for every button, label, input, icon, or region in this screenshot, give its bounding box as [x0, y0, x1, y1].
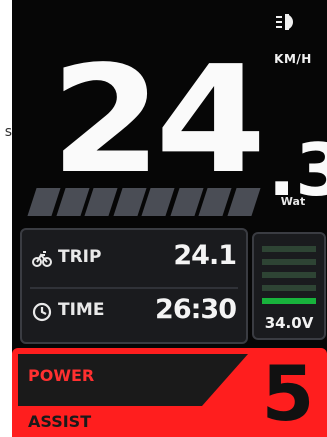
trip-time-panel: TRIP 24.1 TIME 26:30 — [20, 228, 248, 344]
margin-letter: s — [4, 124, 12, 140]
assist-level: 5 — [261, 349, 315, 437]
assist-panel: POWER ASSIST 5 — [12, 348, 327, 437]
battery-voltage: 34.0V — [264, 314, 314, 332]
trip-label: TRIP — [58, 247, 102, 267]
panel-divider — [30, 287, 238, 289]
power-segment — [27, 188, 61, 216]
speed-integer: 24 — [50, 34, 267, 206]
trip-value: 24.1 — [173, 240, 237, 271]
power-segment — [226, 188, 261, 216]
assist-power-label: POWER — [28, 366, 95, 385]
power-segment — [198, 188, 232, 216]
power-segment-bar — [26, 188, 261, 216]
ebike-display: KM/H 24 .3 Wat TRIP 24.1 TIME 26:30 34.0… — [12, 0, 327, 437]
assist-label: ASSIST — [28, 412, 92, 431]
power-unit: Wat — [280, 195, 306, 208]
bicycle-icon — [32, 251, 52, 267]
power-segment — [84, 188, 118, 216]
speed-readout: 24 .3 — [40, 40, 327, 210]
time-label: TIME — [58, 300, 105, 320]
power-segment — [141, 188, 175, 216]
battery-segment — [262, 246, 316, 252]
power-segment — [55, 188, 90, 216]
time-value: 26:30 — [155, 294, 237, 325]
battery-segment — [262, 298, 316, 304]
power-segment — [169, 188, 204, 216]
headlight-icon — [276, 14, 293, 30]
battery-gauge: 34.0V — [252, 232, 326, 340]
battery-segment — [262, 259, 316, 265]
clock-icon — [32, 302, 52, 322]
battery-segment — [262, 272, 316, 278]
battery-segment — [262, 285, 316, 291]
power-segment — [112, 188, 147, 216]
